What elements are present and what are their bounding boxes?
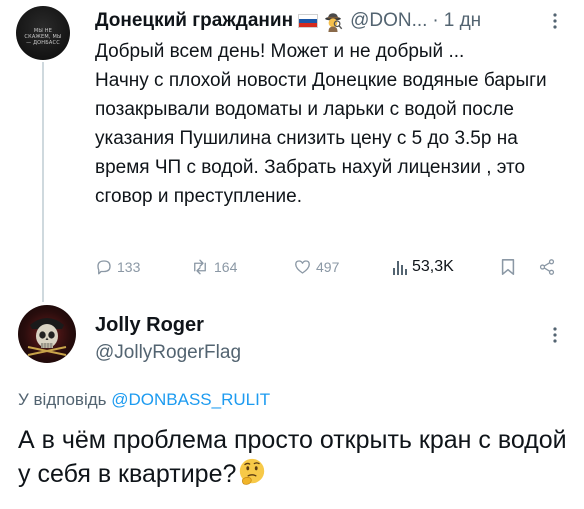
like-button[interactable]: 497 xyxy=(293,256,339,278)
detective-icon xyxy=(325,13,343,32)
parent-tweet-header: Донецкий гражданин @DON... · 1 дн xyxy=(95,9,481,33)
repost-button[interactable]: 164 xyxy=(190,256,237,278)
bookmark-icon xyxy=(501,259,515,275)
reply-avatar[interactable] xyxy=(18,305,76,363)
avatar-caption: МЫ НЕ СКАЖЕМ, МЫ — ДОНБАСС xyxy=(24,28,62,46)
reply-handle[interactable]: @JollyRogerFlag xyxy=(95,342,241,364)
thread-connector-line xyxy=(42,62,44,302)
reply-count: 133 xyxy=(117,259,141,275)
skull-pirate-icon xyxy=(27,318,67,356)
repost-count: 164 xyxy=(214,259,238,275)
repost-icon xyxy=(194,259,206,275)
views-button[interactable]: 53,3K xyxy=(392,256,454,278)
reply-tweet-text: А в чём проблема просто открыть кран с в… xyxy=(18,423,578,491)
parent-action-bar: 133 164 497 53,3K xyxy=(95,256,565,278)
replying-to-line: У відповідь @DONBASS_RULIT xyxy=(18,390,270,410)
reply-icon xyxy=(97,260,111,275)
share-button[interactable] xyxy=(537,256,557,278)
parent-avatar[interactable]: МЫ НЕ СКАЖЕМ, МЫ — ДОНБАСС xyxy=(16,6,70,60)
more-options-icon[interactable] xyxy=(548,325,562,345)
reply-button[interactable]: 133 xyxy=(95,256,140,278)
share-icon xyxy=(539,259,555,275)
thinking-face-icon xyxy=(240,458,265,485)
reply-text: А в чём проблема просто открыть кран с в… xyxy=(18,426,567,488)
views-icon xyxy=(393,261,407,275)
reply-author-name[interactable]: Jolly Roger xyxy=(95,314,204,337)
header-separator: · xyxy=(432,10,439,31)
replying-to-label: У відповідь xyxy=(18,390,107,409)
bookmark-button[interactable] xyxy=(500,256,516,278)
russia-flag-icon xyxy=(298,14,319,28)
more-options-icon[interactable] xyxy=(548,11,562,31)
views-count: 53,3K xyxy=(412,258,454,275)
parent-handle[interactable]: @DON... xyxy=(350,10,427,32)
like-count: 497 xyxy=(316,259,340,275)
parent-author-name[interactable]: Донецкий гражданин xyxy=(95,10,293,32)
heart-icon xyxy=(295,260,310,274)
replying-to-link[interactable]: @DONBASS_RULIT xyxy=(111,390,270,409)
parent-tweet-text: Добрый всем день! Может и не добрый ... … xyxy=(95,41,547,207)
parent-timestamp[interactable]: 1 дн xyxy=(444,10,481,32)
